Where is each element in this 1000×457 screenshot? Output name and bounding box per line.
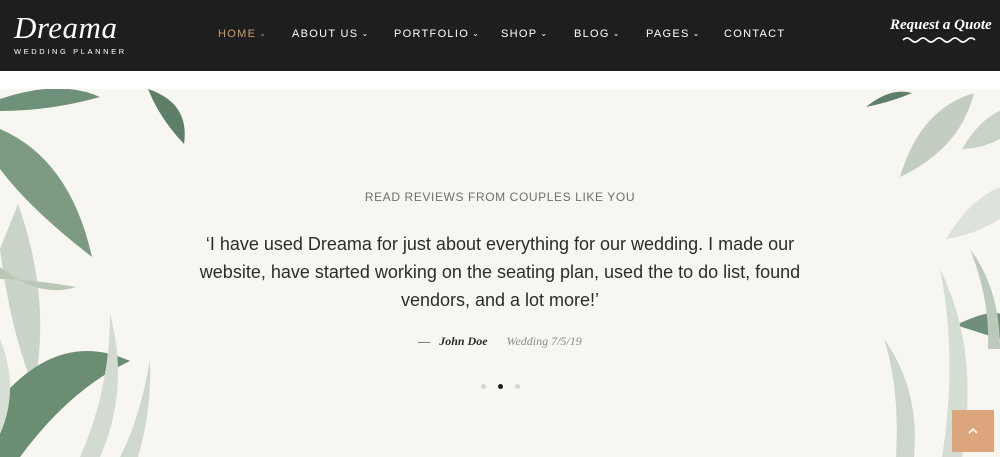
slider-dot-1[interactable] xyxy=(481,384,486,389)
chevron-down-icon: ⌄ xyxy=(259,28,268,38)
main-nav: HOME ⌄ ABOUT US ⌄ PORTFOLIO ⌄ SHOP ⌄ BLO… xyxy=(0,0,1000,71)
nav-item-label: ABOUT US xyxy=(292,28,359,40)
slider-dot-2[interactable] xyxy=(498,384,503,389)
wave-underline-icon xyxy=(902,37,976,43)
nav-item-label: BLOG xyxy=(574,28,610,40)
nav-item-label: CONTACT xyxy=(724,28,786,40)
slider-dot-3[interactable] xyxy=(515,384,520,389)
chevron-down-icon: ⌄ xyxy=(692,28,701,38)
nav-item-label: PORTFOLIO xyxy=(394,28,470,40)
request-quote-label: Request a Quote xyxy=(890,17,992,33)
testimonial-eyebrow: READ REVIEWS FROM COUPLES LIKE YOU xyxy=(364,190,636,204)
nav-item-about-us[interactable]: ABOUT US ⌄ xyxy=(292,27,369,41)
nav-item-pages[interactable]: PAGES ⌄ xyxy=(646,27,701,41)
chevron-down-icon: ⌄ xyxy=(472,28,481,38)
nav-item-contact[interactable]: CONTACT xyxy=(724,27,785,41)
testimonial-author: John Doe xyxy=(439,334,488,348)
leaf-decoration-right xyxy=(866,91,1000,457)
slider-pagination xyxy=(476,384,524,392)
site-header: Dreama WEDDING PLANNER HOME ⌄ ABOUT US ⌄… xyxy=(0,0,1000,71)
chevron-up-icon xyxy=(968,427,978,434)
testimonial-section: READ REVIEWS FROM COUPLES LIKE YOU ‘I ha… xyxy=(0,89,1000,457)
nav-item-label: PAGES xyxy=(646,28,690,40)
nav-item-label: SHOP xyxy=(501,28,538,40)
nav-item-blog[interactable]: BLOG ⌄ xyxy=(574,27,621,41)
nav-item-label: HOME xyxy=(218,28,257,40)
leaf-decoration-left xyxy=(0,89,185,457)
request-quote-button[interactable]: Request a Quote xyxy=(888,16,992,50)
testimonial-event: Wedding 7/5/19 xyxy=(506,334,582,348)
scroll-to-top-button[interactable] xyxy=(952,410,994,452)
chevron-down-icon: ⌄ xyxy=(540,28,549,38)
nav-item-portfolio[interactable]: PORTFOLIO ⌄ xyxy=(394,27,480,41)
nav-item-shop[interactable]: SHOP ⌄ xyxy=(501,27,548,41)
testimonial-quote: ‘I have used Dreama for just about every… xyxy=(199,234,801,310)
chevron-down-icon: ⌄ xyxy=(612,28,621,38)
testimonial-author-line: — John Doe Wedding 7/5/19 xyxy=(0,334,1000,349)
nav-item-home[interactable]: HOME ⌄ xyxy=(218,27,267,41)
chevron-down-icon: ⌄ xyxy=(361,28,370,38)
author-dash: — xyxy=(418,334,431,348)
